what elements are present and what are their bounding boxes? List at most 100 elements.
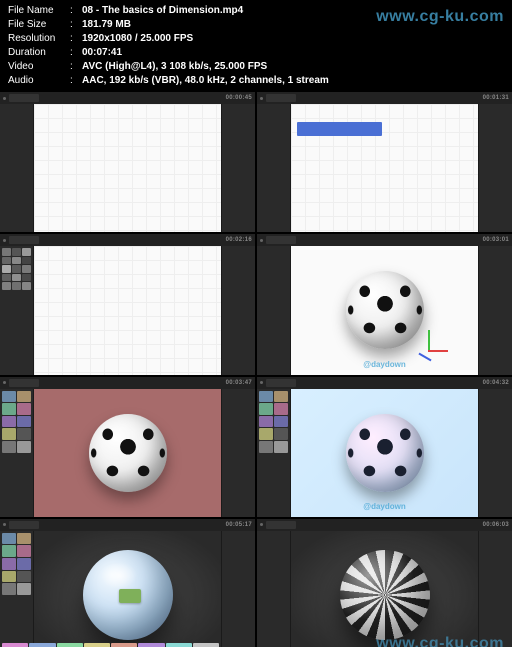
viewport[interactable] bbox=[34, 531, 221, 647]
environment-thumb[interactable] bbox=[2, 533, 16, 545]
label-video: Video bbox=[8, 60, 70, 74]
material-swatch[interactable] bbox=[138, 643, 164, 647]
sphere-model[interactable] bbox=[83, 550, 173, 640]
material-thumb[interactable] bbox=[12, 265, 21, 273]
material-thumb[interactable] bbox=[12, 274, 21, 282]
material-thumb[interactable] bbox=[12, 248, 21, 256]
video-thumbnail[interactable]: 00:03:01@daydown bbox=[257, 234, 512, 374]
environment-thumb[interactable] bbox=[2, 428, 16, 440]
video-thumbnail[interactable]: 00:03:47 bbox=[0, 377, 255, 517]
properties-panel[interactable] bbox=[221, 246, 255, 374]
material-thumb[interactable] bbox=[22, 274, 31, 282]
environment-thumb[interactable] bbox=[17, 545, 31, 557]
material-thumb[interactable] bbox=[2, 265, 11, 273]
environment-thumb[interactable] bbox=[259, 416, 273, 428]
material-swatch[interactable] bbox=[193, 643, 219, 647]
viewport[interactable]: @daydown bbox=[291, 246, 478, 374]
environment-thumb[interactable] bbox=[274, 428, 288, 440]
video-thumbnail[interactable]: 00:05:17 bbox=[0, 519, 255, 647]
environment-thumb[interactable] bbox=[17, 583, 31, 595]
properties-panel[interactable] bbox=[478, 246, 512, 374]
video-thumbnail[interactable]: 00:00:45 bbox=[0, 92, 255, 232]
environment-thumb[interactable] bbox=[274, 416, 288, 428]
material-thumb[interactable] bbox=[22, 282, 31, 290]
value-duration: 00:07:41 bbox=[82, 46, 504, 60]
properties-panel[interactable] bbox=[221, 104, 255, 232]
material-thumb[interactable] bbox=[22, 248, 31, 256]
environment-thumb[interactable] bbox=[2, 583, 16, 595]
video-thumbnail[interactable]: 00:06:03 bbox=[257, 519, 512, 647]
environment-thumb[interactable] bbox=[17, 558, 31, 570]
asset-panel[interactable] bbox=[0, 531, 34, 647]
viewport[interactable] bbox=[291, 104, 478, 232]
viewport[interactable] bbox=[34, 389, 221, 517]
environment-thumb[interactable] bbox=[17, 571, 31, 583]
environment-thumb[interactable] bbox=[2, 558, 16, 570]
media-info-header: File Name:08 - The basics of Dimension.m… bbox=[0, 0, 512, 92]
environment-thumb[interactable] bbox=[259, 403, 273, 415]
material-swatch[interactable] bbox=[84, 643, 110, 647]
axis-gizmo[interactable] bbox=[428, 350, 429, 351]
material-thumb[interactable] bbox=[2, 257, 11, 265]
asset-panel[interactable] bbox=[0, 389, 34, 517]
soccer-ball-model[interactable] bbox=[89, 414, 167, 492]
asset-panel[interactable] bbox=[257, 104, 291, 232]
properties-panel[interactable] bbox=[478, 531, 512, 647]
environment-thumb[interactable] bbox=[17, 533, 31, 545]
environment-thumb[interactable] bbox=[259, 428, 273, 440]
material-thumb[interactable] bbox=[12, 257, 21, 265]
environment-thumb[interactable] bbox=[2, 391, 16, 403]
environment-thumb[interactable] bbox=[17, 403, 31, 415]
video-thumbnail[interactable]: 00:04:32@daydown bbox=[257, 377, 512, 517]
material-thumb[interactable] bbox=[22, 257, 31, 265]
properties-panel[interactable] bbox=[478, 104, 512, 232]
environment-thumb[interactable] bbox=[2, 403, 16, 415]
watermark-top: www.cg-ku.com bbox=[376, 6, 504, 28]
decal-patch[interactable] bbox=[119, 589, 141, 603]
asset-panel[interactable] bbox=[0, 246, 34, 374]
material-swatch[interactable] bbox=[29, 643, 55, 647]
video-thumbnail[interactable]: 00:01:31 bbox=[257, 92, 512, 232]
dropdown-menu[interactable] bbox=[297, 122, 382, 136]
material-thumb[interactable] bbox=[22, 265, 31, 273]
environment-thumb[interactable] bbox=[274, 403, 288, 415]
environment-thumb[interactable] bbox=[2, 545, 16, 557]
environment-thumb[interactable] bbox=[17, 391, 31, 403]
asset-panel[interactable] bbox=[257, 246, 291, 374]
properties-panel[interactable] bbox=[221, 531, 255, 647]
viewport[interactable]: @daydown bbox=[291, 389, 478, 517]
environment-thumb[interactable] bbox=[2, 441, 16, 453]
video-thumbnail[interactable]: 00:02:16 bbox=[0, 234, 255, 374]
soccer-ball-model[interactable] bbox=[346, 414, 424, 492]
asset-panel[interactable] bbox=[257, 531, 291, 647]
viewport[interactable] bbox=[34, 104, 221, 232]
environment-thumb[interactable] bbox=[2, 571, 16, 583]
material-thumb[interactable] bbox=[2, 282, 11, 290]
asset-panel[interactable] bbox=[257, 389, 291, 517]
environment-thumb[interactable] bbox=[17, 416, 31, 428]
environment-thumb[interactable] bbox=[274, 391, 288, 403]
environment-thumb[interactable] bbox=[259, 441, 273, 453]
soccer-ball-model[interactable] bbox=[346, 271, 424, 349]
viewport[interactable] bbox=[34, 246, 221, 374]
sphere-model[interactable] bbox=[340, 550, 430, 640]
material-swatch[interactable] bbox=[166, 643, 192, 647]
environment-thumb[interactable] bbox=[17, 428, 31, 440]
viewport[interactable] bbox=[291, 531, 478, 647]
properties-panel[interactable] bbox=[221, 389, 255, 517]
timestamp: 00:05:17 bbox=[226, 522, 252, 528]
material-thumb[interactable] bbox=[12, 282, 21, 290]
environment-thumb[interactable] bbox=[17, 441, 31, 453]
timestamp: 00:06:03 bbox=[483, 522, 509, 528]
environment-thumb[interactable] bbox=[274, 441, 288, 453]
environment-thumb[interactable] bbox=[259, 391, 273, 403]
timestamp: 00:02:16 bbox=[226, 237, 252, 243]
material-swatch[interactable] bbox=[111, 643, 137, 647]
properties-panel[interactable] bbox=[478, 389, 512, 517]
asset-panel[interactable] bbox=[0, 104, 34, 232]
material-thumb[interactable] bbox=[2, 274, 11, 282]
material-swatch[interactable] bbox=[2, 643, 28, 647]
material-swatch[interactable] bbox=[57, 643, 83, 647]
material-thumb[interactable] bbox=[2, 248, 11, 256]
environment-thumb[interactable] bbox=[2, 416, 16, 428]
